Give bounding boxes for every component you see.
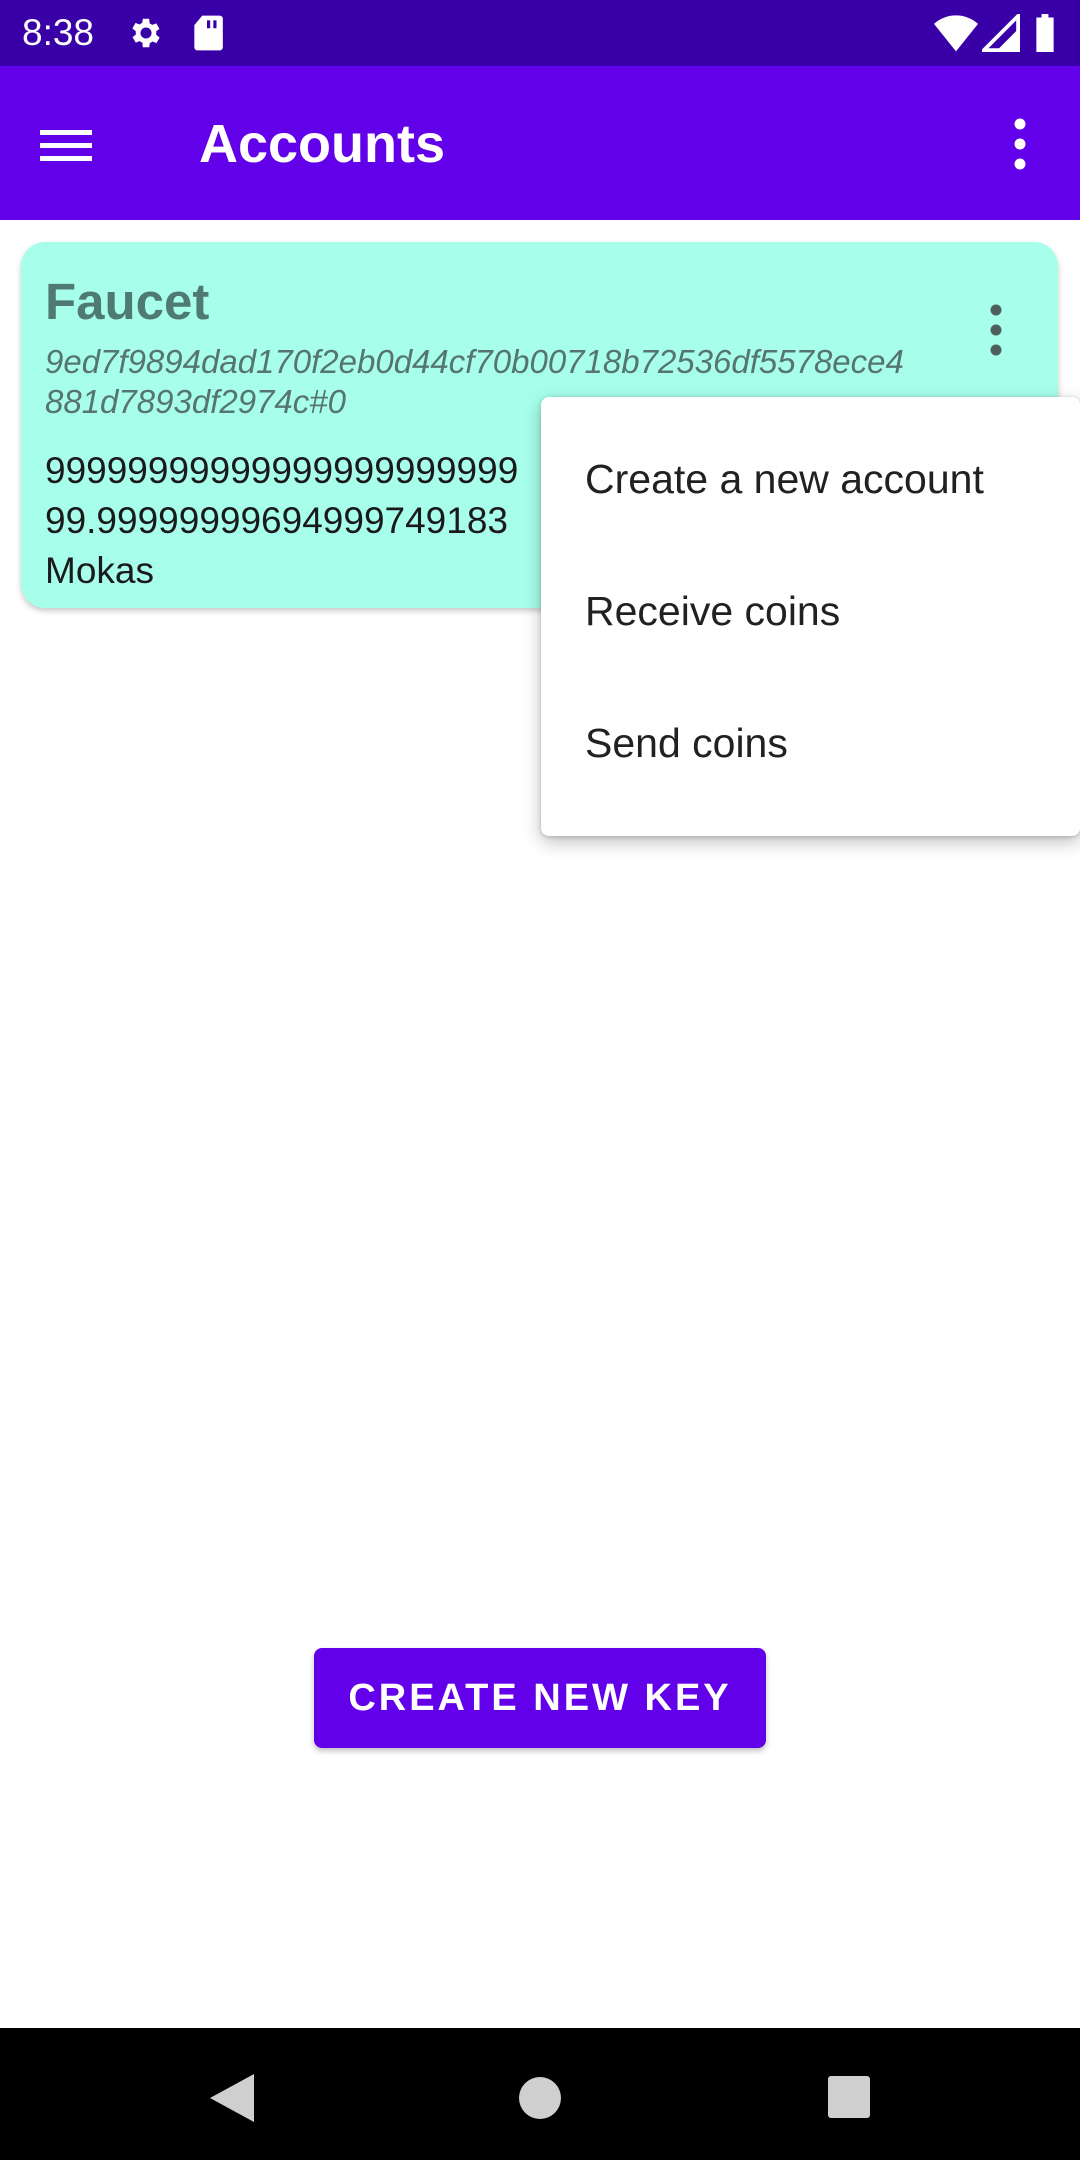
status-bar: 8:38 (0, 0, 1080, 66)
home-icon[interactable] (500, 2058, 580, 2138)
page-title: Accounts (199, 114, 446, 174)
menu-item-create-account[interactable]: Create a new account (541, 413, 1080, 545)
menu-item-label: Receive coins (585, 588, 841, 634)
popup-menu: Create a new account Receive coins Send … (541, 397, 1080, 836)
overflow-menu-icon[interactable] (995, 112, 1045, 176)
account-name: Faucet (45, 273, 210, 330)
back-icon[interactable] (196, 2058, 276, 2138)
status-time: 8:38 (22, 12, 95, 53)
menu-item-send-coins[interactable]: Send coins (541, 677, 1080, 809)
recents-icon[interactable] (810, 2058, 890, 2138)
sd-card-icon (190, 14, 224, 57)
navigation-bar (0, 2028, 1080, 2160)
app-bar: Accounts (0, 66, 1080, 220)
wifi-icon (934, 14, 978, 57)
menu-item-label: Send coins (585, 720, 788, 766)
signal-icon (979, 11, 1020, 57)
create-new-key-button[interactable]: CREATE NEW KEY (314, 1648, 766, 1748)
hamburger-menu-icon[interactable] (38, 112, 118, 176)
menu-item-label: Create a new account (585, 456, 984, 502)
battery-icon (1034, 14, 1056, 57)
gear-icon (127, 14, 165, 57)
card-overflow-menu-icon[interactable] (961, 298, 1031, 362)
menu-item-receive-coins[interactable]: Receive coins (541, 545, 1080, 677)
